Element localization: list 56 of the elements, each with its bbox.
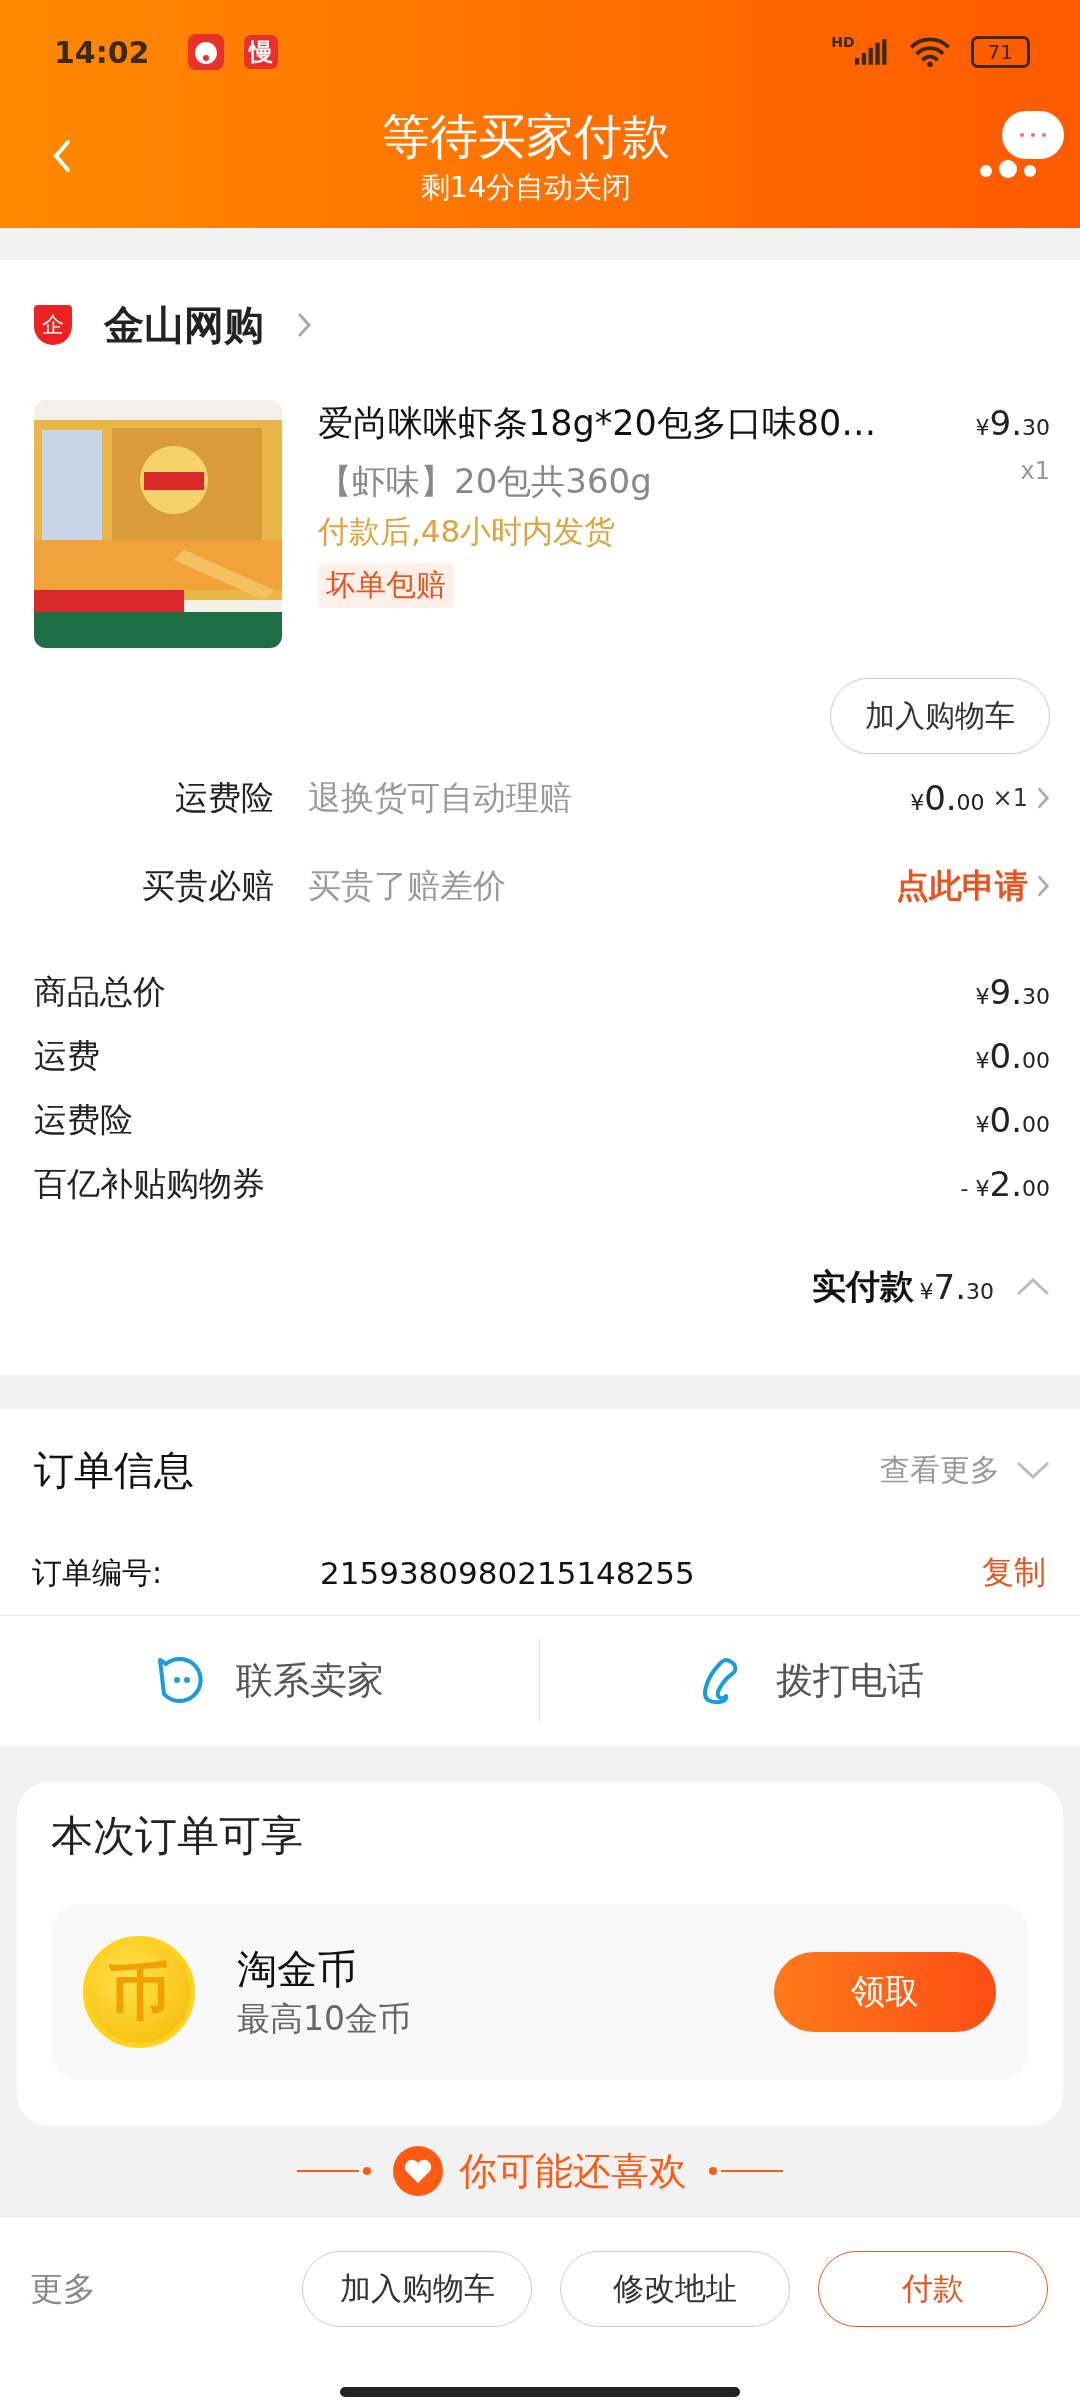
wifi-icon (908, 37, 951, 67)
service-quantity: ×1 (992, 784, 1028, 812)
service-label: 运费险 (174, 776, 274, 819)
app-badge: 慢 (243, 35, 278, 69)
add-to-cart-button[interactable]: 加入购物车 (830, 678, 1050, 754)
shipping-note: 付款后,48小时内发货 (318, 512, 617, 551)
shop-name[interactable]: 金山网购 (104, 297, 264, 353)
total-amount: ¥7.30 (919, 1267, 994, 1307)
apply-link[interactable]: 点此申请 (896, 863, 1028, 909)
signal-icon (854, 38, 889, 66)
back-icon[interactable] (52, 139, 72, 173)
action-button[interactable]: 修改地址 (560, 2251, 790, 2327)
network-label: HD (831, 34, 855, 50)
product-quantity: x1 (1020, 457, 1050, 485)
summary-label: 商品总价 (34, 970, 166, 1013)
reward-description: 最高10金币 (237, 1998, 412, 2040)
chevron-down-icon[interactable] (1016, 1460, 1050, 1480)
action-button[interactable]: 加入购物车 (302, 2251, 532, 2327)
summary-label: 运费 (34, 1034, 100, 1077)
summary-label: 百亿补贴购物券 (34, 1162, 265, 1205)
status-time: 14:02 (54, 34, 150, 70)
order-number: 2159380980215148255 (320, 1555, 695, 1591)
summary-amount: - ¥2.00 (960, 1164, 1050, 1204)
chat-face-icon (155, 1656, 206, 1706)
more-link[interactable]: 更多 (30, 2266, 96, 2312)
chevron-right-icon[interactable] (1036, 873, 1050, 899)
service-description: 退换货可自动理赔 (308, 776, 572, 819)
section-title: 订单信息 (34, 1445, 194, 1495)
summary-amount: ¥0.00 (975, 1036, 1050, 1076)
reward-name: 淘金币 (237, 1945, 358, 1994)
app-icon (187, 34, 224, 70)
service-description: 买贵了赔差价 (308, 864, 506, 907)
copy-link[interactable]: 复制 (982, 1551, 1046, 1595)
guarantee-tag: 坏单包赔 (318, 563, 454, 608)
page-subtitle: 剩14分自动关闭 (420, 169, 632, 206)
summary-label: 运费险 (34, 1098, 133, 1141)
chevron-up-icon[interactable] (1016, 1277, 1050, 1297)
service-label: 买贵必赔 (141, 864, 274, 907)
chevron-right-icon (296, 311, 312, 339)
product-title[interactable]: 爱尚咪咪虾条18g*20包多口味80… (318, 400, 877, 447)
coin-icon: 币 (83, 1936, 195, 2048)
pay-button[interactable]: 付款 (818, 2251, 1048, 2327)
service-price: ¥0.00 (910, 778, 985, 818)
recommend-title: 你可能还喜欢 (459, 2147, 687, 2195)
page-title: 等待买家付款 (382, 107, 670, 166)
shop-badge: 企 (34, 305, 72, 345)
summary-amount: ¥9.30 (975, 972, 1050, 1012)
summary-amount: ¥0.00 (975, 1100, 1050, 1140)
chevron-right-icon[interactable] (1036, 785, 1050, 811)
chat-bubble-icon[interactable] (980, 111, 1064, 181)
total-label: 实付款 (811, 1265, 914, 1308)
battery-indicator: 71 (970, 36, 1030, 68)
order-number-label: 订单编号: (32, 1553, 164, 1592)
section-title: 本次订单可享 (51, 1810, 304, 1862)
product-price: ¥9.30 (975, 403, 1050, 443)
product-variant: 【虾味】20包共360g (318, 460, 652, 503)
